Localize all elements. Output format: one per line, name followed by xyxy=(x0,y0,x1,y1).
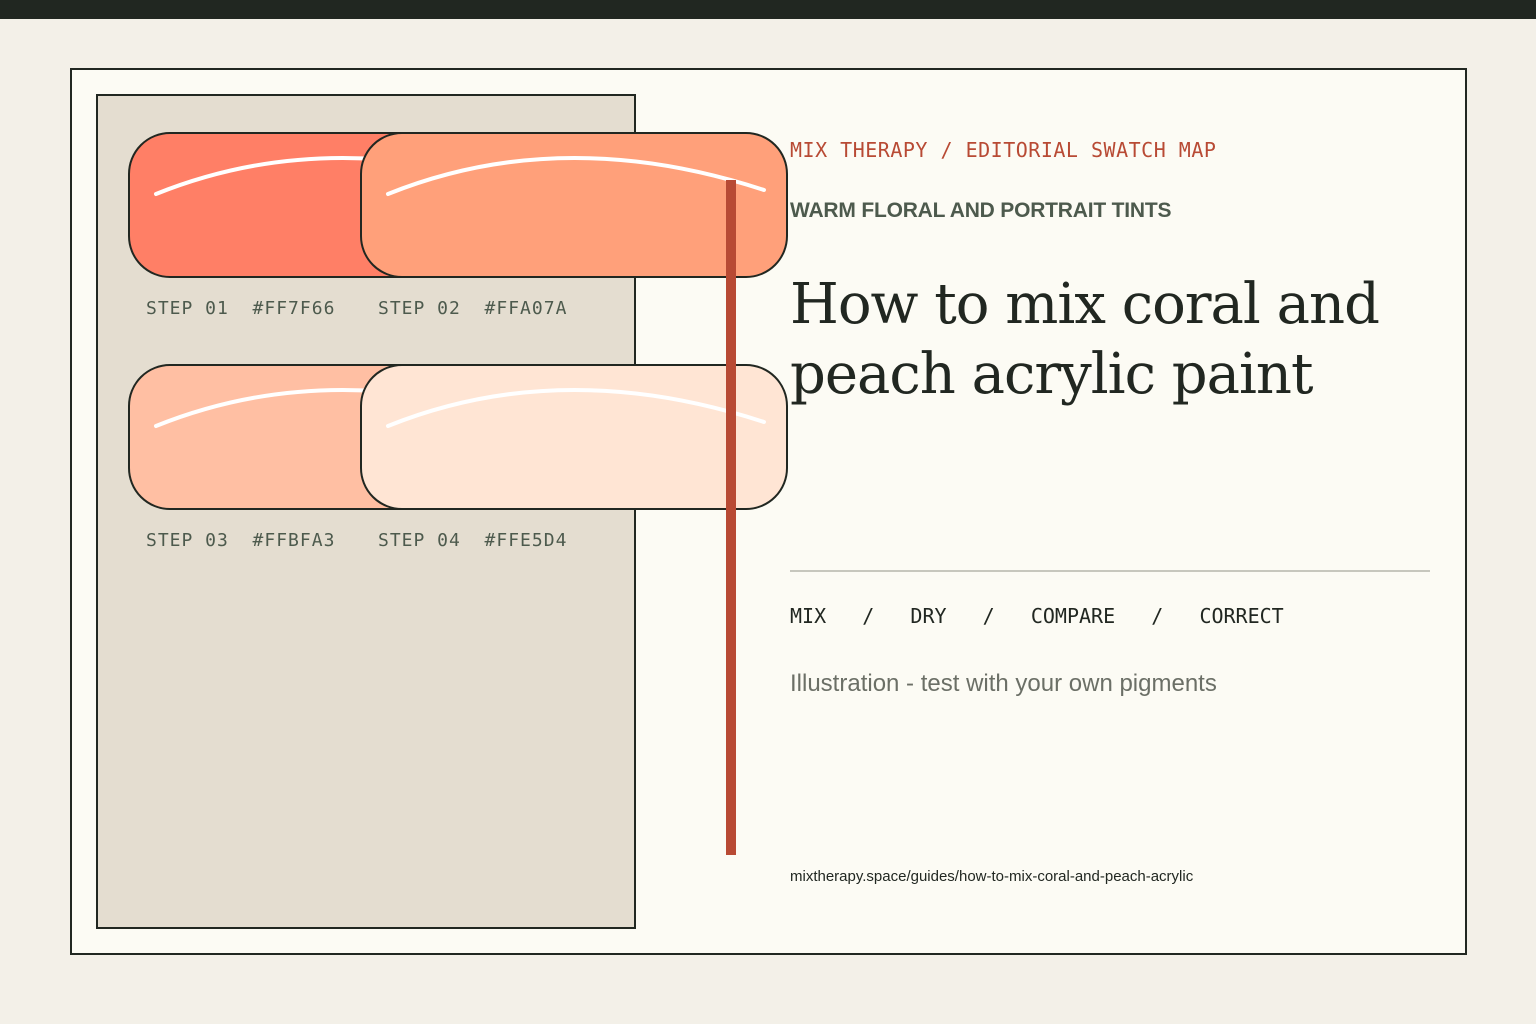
swatch-label-step-04: STEP 04 #FFE5D4 xyxy=(378,530,567,551)
process-step-mix: MIX xyxy=(790,604,827,628)
swatch-label-step-03: STEP 03 #FFBFA3 xyxy=(146,530,335,551)
subkicker: WARM FLORAL AND PORTRAIT TINTS xyxy=(790,199,1172,222)
swatch-step: STEP 03 xyxy=(146,530,229,551)
swatch-label-step-02: STEP 02 #FFA07A xyxy=(378,298,567,319)
swatch-step: STEP 02 xyxy=(378,298,461,319)
kicker: MIX THERAPY / EDITORIAL SWATCH MAP xyxy=(790,138,1217,162)
swatch-hex: #FFA07A xyxy=(484,298,568,319)
swatch-shine xyxy=(386,388,766,428)
top-bar xyxy=(0,0,1536,19)
process-step-dry: DRY xyxy=(910,604,947,628)
illustration-note: Illustration - test with your own pigmen… xyxy=(790,670,1217,697)
process-separator: / xyxy=(1151,604,1164,628)
swatch-step: STEP 01 xyxy=(146,298,229,319)
swatch-step: STEP 04 xyxy=(378,530,461,551)
accent-rule xyxy=(726,180,736,855)
process-separator: / xyxy=(862,604,875,628)
swatch-label-step-01: STEP 01 #FF7F66 xyxy=(146,298,335,319)
source-url[interactable]: mixtherapy.space/guides/how-to-mix-coral… xyxy=(790,868,1193,885)
divider xyxy=(790,570,1430,572)
page-title-line-1: How to mix coral and xyxy=(790,272,1380,337)
swatch-step-02 xyxy=(360,132,788,278)
swatch-hex: #FFBFA3 xyxy=(252,530,336,551)
swatch-shine xyxy=(386,156,766,196)
swatch-hex: #FFE5D4 xyxy=(484,530,568,551)
process-step-correct: CORRECT xyxy=(1199,604,1284,628)
process-step-compare: COMPARE xyxy=(1030,604,1116,628)
swatch-hex: #FF7F66 xyxy=(252,298,336,319)
swatch-step-04 xyxy=(360,364,788,510)
process-steps: MIX / DRY / COMPARE / CORRECT xyxy=(790,604,1284,628)
process-separator: / xyxy=(982,604,995,628)
page-title-line-2: peach acrylic paint xyxy=(790,342,1313,407)
page-title: How to mix coral and peach acrylic paint xyxy=(790,270,1430,410)
